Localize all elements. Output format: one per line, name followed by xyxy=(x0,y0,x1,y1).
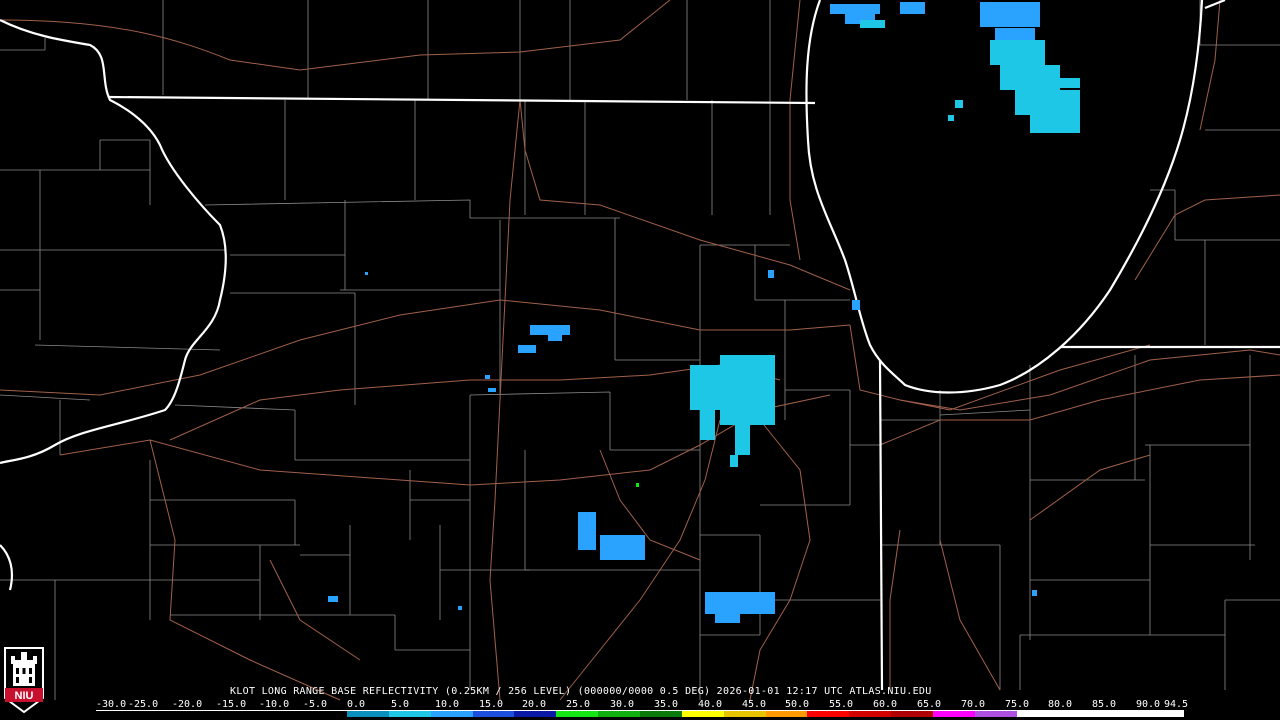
scale-label: 65.0 xyxy=(917,699,942,710)
scale-label: 30.0 xyxy=(610,699,635,710)
niu-logo: NIU xyxy=(4,647,44,714)
scale-label: 0.0 xyxy=(347,699,366,710)
colorbar-segment xyxy=(1058,711,1101,717)
scale-label: 55.0 xyxy=(829,699,854,710)
colorbar-segment xyxy=(514,711,557,717)
scale-label: 10.0 xyxy=(435,699,460,710)
colorbar-segment xyxy=(347,711,389,717)
colorbar-segment xyxy=(598,711,640,717)
scale-label: -10.0 xyxy=(259,699,290,710)
colorbar-segment xyxy=(932,711,975,717)
scale-label: 60.0 xyxy=(873,699,898,710)
colorbar-segment xyxy=(137,711,180,717)
scale-label: -25.0 xyxy=(128,699,159,710)
colorbar-segment xyxy=(1016,711,1059,717)
scale-label: 50.0 xyxy=(785,699,810,710)
colorbar-segment xyxy=(179,711,222,717)
logo-text: NIU xyxy=(15,690,34,702)
scale-label: 20.0 xyxy=(522,699,547,710)
scale-label: -30.0 xyxy=(96,699,127,710)
colorbar-segment xyxy=(639,711,682,717)
scale-label: 40.0 xyxy=(698,699,723,710)
colorbar-segment xyxy=(1100,711,1143,717)
colorbar-segment xyxy=(974,711,1017,717)
colorbar-segment xyxy=(556,711,599,717)
scale-label: 35.0 xyxy=(654,699,679,710)
colorbar-segment xyxy=(263,711,306,717)
scale-label: 70.0 xyxy=(961,699,986,710)
colorbar-segment xyxy=(807,711,850,717)
colorbar-segment xyxy=(221,711,264,717)
colorbar-segment xyxy=(1142,711,1184,717)
scale-label: 80.0 xyxy=(1048,699,1073,710)
colorbar-segment xyxy=(96,711,138,717)
scale-label: 75.0 xyxy=(1005,699,1030,710)
colorbar-segment xyxy=(849,711,892,717)
product-caption: KLOT LONG RANGE BASE REFLECTIVITY (0.25K… xyxy=(230,686,932,697)
reflectivity-scale-labels: -30.0 -25.0 -20.0 -15.0 -10.0 -5.0 0.0 5.0 10.0 1… xyxy=(96,699,1192,710)
radar-map xyxy=(0,0,1280,720)
scale-label: 94.5 xyxy=(1164,699,1189,710)
scale-label: 25.0 xyxy=(566,699,591,710)
scale-label: -5.0 xyxy=(303,699,328,710)
colorbar-segment xyxy=(305,711,348,717)
reflectivity-colorbar xyxy=(96,710,1184,717)
colorbar-segment xyxy=(472,711,515,717)
colorbar-segment xyxy=(765,711,808,717)
colorbar-segment xyxy=(681,711,724,717)
colorbar-segment xyxy=(723,711,766,717)
scale-label: 15.0 xyxy=(479,699,504,710)
colorbar-segment xyxy=(891,711,933,717)
scale-label: 5.0 xyxy=(391,699,410,710)
scale-label: -20.0 xyxy=(172,699,203,710)
scale-label: 45.0 xyxy=(742,699,767,710)
colorbar-segment xyxy=(388,711,431,717)
scale-label: 90.0 xyxy=(1136,699,1161,710)
scale-label: 85.0 xyxy=(1092,699,1117,710)
colorbar-segment xyxy=(430,711,473,717)
scale-label: -15.0 xyxy=(216,699,247,710)
